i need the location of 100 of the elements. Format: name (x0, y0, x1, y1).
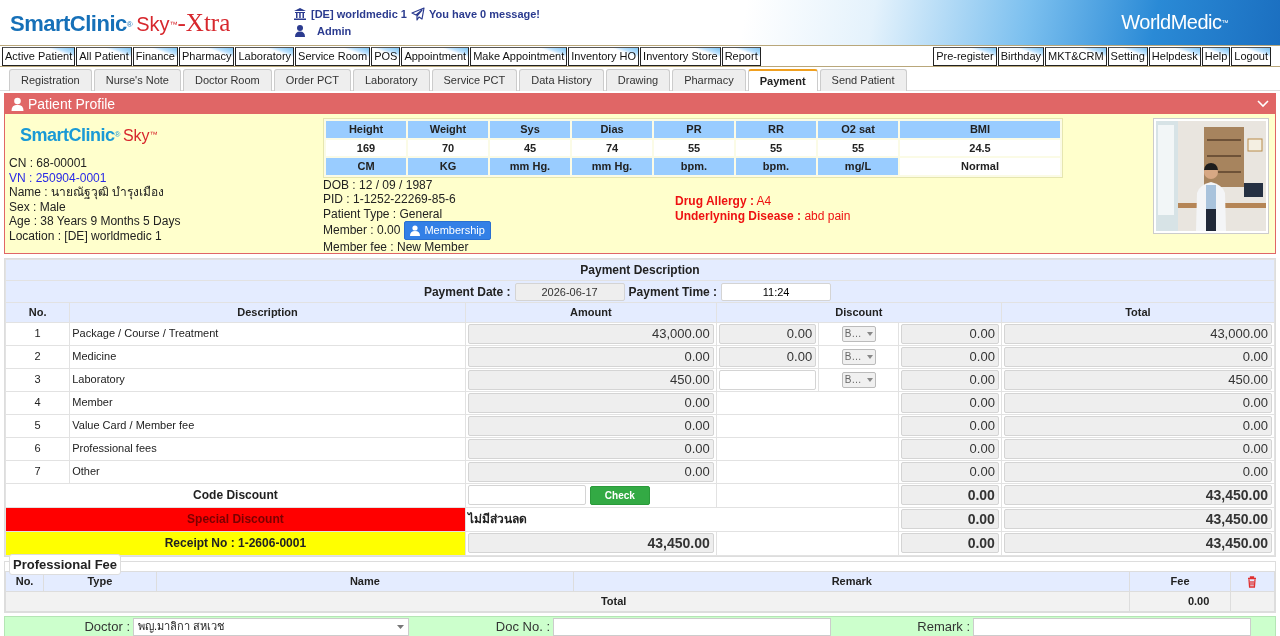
patient-detail: Patient Type : General (323, 206, 444, 222)
summary-label: Special Discount (5, 507, 466, 531)
membership-button[interactable]: Membership (404, 221, 491, 241)
menu-button[interactable]: Inventory HO (568, 47, 640, 66)
amount-field[interactable]: 0.00 (467, 415, 714, 436)
discount-amount-field[interactable]: 0.00 (901, 438, 999, 459)
discount-code-field[interactable] (467, 485, 586, 505)
discount-amount-field[interactable]: 0.00 (901, 369, 999, 390)
tab[interactable]: Order PCT (273, 69, 351, 91)
column-header: No. (5, 302, 70, 322)
discount-amount-field[interactable]: 0.00 (901, 509, 999, 529)
allergy-text: Drug Allergy : A4 (675, 193, 773, 209)
bank-icon (293, 7, 307, 22)
discount-field[interactable]: 0.00 (718, 346, 817, 367)
total-field[interactable]: 0.00 (1003, 392, 1272, 413)
discount-type-select[interactable]: B… (841, 325, 876, 342)
user-icon (11, 97, 24, 111)
total-field[interactable]: 43,450.00 (1003, 509, 1272, 529)
menu-button[interactable]: Birthday (997, 47, 1044, 66)
menu-button[interactable]: POS (371, 47, 401, 66)
total-field[interactable]: 43,000.00 (1003, 323, 1272, 344)
caret-icon (397, 624, 404, 629)
discount-amount-field[interactable]: 0.00 (901, 346, 999, 367)
tab[interactable]: Data History (519, 69, 604, 91)
amount-field[interactable]: 450.00 (467, 369, 714, 390)
vital-unit: mg/L (818, 158, 898, 175)
item-description: Value Card / Member fee (69, 414, 466, 437)
vital-unit: CM (326, 158, 406, 175)
discount-field[interactable]: 0.00 (718, 323, 817, 344)
menu-button[interactable]: Active Patient (2, 47, 76, 66)
menu-button[interactable]: MKT&CRM (1045, 47, 1107, 66)
patient-detail: DOB : 12 / 09 / 1987 (323, 177, 434, 193)
discount-amount-field[interactable]: 0.00 (901, 485, 999, 505)
date-field[interactable]: 2026-06-17 (514, 282, 625, 301)
total-field[interactable]: 0.00 (1003, 415, 1272, 436)
tab[interactable]: Laboratory (352, 69, 430, 91)
menu-button[interactable]: Logout (1231, 47, 1271, 66)
discount-field[interactable] (718, 369, 817, 390)
menu-button[interactable]: Finance (132, 47, 178, 66)
discount-amount-field[interactable]: 0.00 (901, 323, 999, 344)
menu-button[interactable]: Report (721, 47, 761, 66)
tab[interactable]: Pharmacy (672, 69, 746, 91)
vital-unit: KG (408, 158, 488, 175)
menu-button[interactable]: Setting (1107, 47, 1148, 66)
vital-value: 45 (490, 139, 570, 156)
patient-detail: Sex : Male (9, 199, 66, 215)
discount-type-select[interactable]: B… (841, 371, 876, 388)
tab[interactable]: Payment (747, 69, 818, 91)
menu-button[interactable]: Appointment (401, 47, 470, 66)
brand-logo: WorldMedic$^{™}$ (1121, 9, 1228, 35)
vital-unit: mm Hg. (490, 158, 570, 175)
amount-field[interactable]: 43,450.00 (467, 533, 714, 553)
vital-unit: bpm. (736, 158, 816, 175)
vital-value: 70 (408, 139, 488, 156)
menu-button[interactable]: All Patient (76, 47, 132, 66)
field-label: Payment Time : (628, 283, 718, 301)
total-field[interactable]: 0.00 (1003, 438, 1272, 459)
trash-icon[interactable] (1247, 575, 1258, 588)
menu-button[interactable]: Pre-register (933, 47, 997, 66)
total-field[interactable]: 0.00 (1003, 346, 1272, 367)
remark-field[interactable] (973, 617, 1251, 636)
menu-button[interactable]: Help (1201, 47, 1231, 66)
amount-field[interactable]: 0.00 (467, 346, 714, 367)
tab[interactable]: Registration (9, 69, 92, 91)
menu-button[interactable]: Service Room (295, 47, 371, 66)
tab[interactable]: Nurse's Note (93, 69, 181, 91)
total-field[interactable]: 0.00 (1003, 461, 1272, 482)
vital-header: PR (654, 121, 734, 138)
vital-header: Dias (572, 121, 652, 138)
discount-amount-field[interactable]: 0.00 (901, 392, 999, 413)
total-field[interactable]: 43,450.00 (1003, 533, 1272, 553)
menu-button[interactable]: Helpdesk (1148, 47, 1201, 66)
discount-type-select[interactable]: B… (841, 348, 876, 365)
chevron-down-icon[interactable] (1257, 100, 1269, 108)
visit-number-link[interactable]: VN : 250904-0001 (9, 170, 323, 186)
tab[interactable]: Doctor Room (182, 69, 272, 91)
menu-button[interactable]: Pharmacy (178, 47, 235, 66)
tab[interactable]: Send Patient (819, 69, 907, 91)
vital-value: 55 (736, 139, 816, 156)
doc-number-field[interactable] (553, 617, 831, 636)
discount-amount-field[interactable]: 0.00 (901, 533, 999, 553)
menu-button[interactable]: Inventory Store (640, 47, 721, 66)
doctor-select[interactable]: พญ.มาลิกา สหเวช (133, 617, 409, 636)
field-label: Doc No. : (494, 617, 551, 636)
total-field[interactable]: 43,450.00 (1003, 485, 1272, 505)
amount-field[interactable]: 0.00 (467, 392, 714, 413)
discount-amount-field[interactable]: 0.00 (901, 415, 999, 436)
total-field[interactable]: 450.00 (1003, 369, 1272, 390)
amount-field[interactable]: 43,000.00 (467, 323, 714, 344)
discount-amount-field[interactable]: 0.00 (901, 461, 999, 482)
caret-icon (866, 377, 873, 382)
amount-field[interactable]: 0.00 (467, 461, 714, 482)
amount-field[interactable]: 0.00 (467, 438, 714, 459)
tab[interactable]: Drawing (605, 69, 671, 91)
menu-button[interactable]: Laboratory (235, 47, 295, 66)
time-field[interactable]: 11:24 (721, 282, 832, 301)
menu-button[interactable]: Make Appointment (470, 47, 568, 66)
tab[interactable]: Service PCT (431, 69, 518, 91)
message-link[interactable]: You have 0 message! (428, 6, 541, 23)
vital-header: Sys (490, 121, 570, 138)
